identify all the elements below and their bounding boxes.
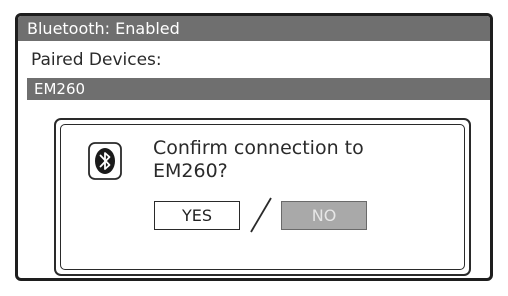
confirm-connection-dialog: Confirm connection to EM260? YES NO <box>54 118 471 276</box>
dialog-frame: Confirm connection to EM260? YES NO <box>60 124 465 270</box>
paired-devices-label: Paired Devices: <box>31 50 162 70</box>
slash-separator-icon <box>250 197 272 233</box>
screen-title: Bluetooth: Enabled <box>18 16 490 41</box>
bluetooth-screen: Bluetooth: Enabled Paired Devices: EM260… <box>15 13 493 281</box>
no-button[interactable]: NO <box>281 201 367 230</box>
dialog-message-line-1: Confirm connection to <box>153 137 364 159</box>
bluetooth-icon <box>88 142 122 180</box>
yes-button[interactable]: YES <box>154 201 240 230</box>
device-list-item-em260[interactable]: EM260 <box>27 78 490 100</box>
dialog-message: Confirm connection to EM260? <box>153 137 364 183</box>
dialog-message-line-2: EM260? <box>153 160 228 182</box>
